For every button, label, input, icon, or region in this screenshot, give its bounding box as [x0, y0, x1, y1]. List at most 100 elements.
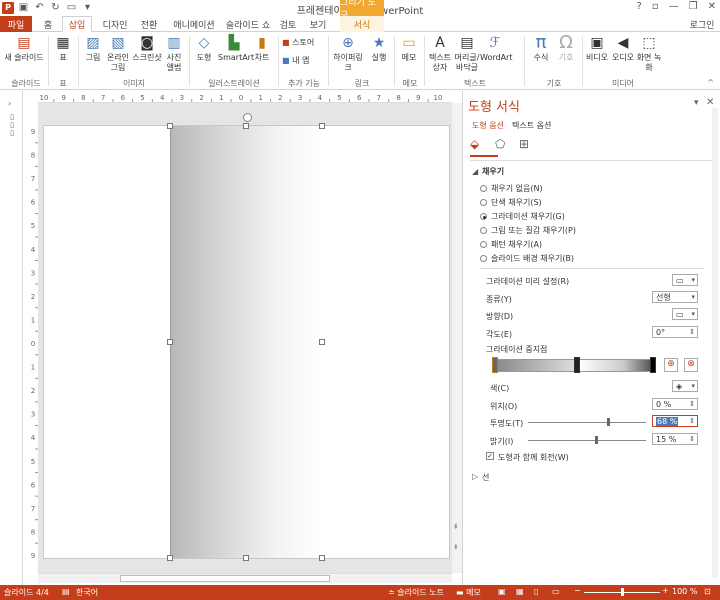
save-icon[interactable]: ▣: [17, 1, 30, 14]
tab-shape-options[interactable]: 도형 옵션: [472, 120, 504, 131]
vertical-scroll-thumb[interactable]: [453, 573, 460, 575]
radio-background-fill[interactable]: 슬라이드 배경 채우기(B): [480, 253, 574, 264]
pane-menu-icon[interactable]: ▾: [694, 98, 699, 108]
tab-format[interactable]: 서식: [340, 16, 384, 32]
gradient-stop-1[interactable]: [492, 357, 498, 373]
smartart-button[interactable]: ▙ SmartArt: [218, 34, 254, 63]
undo-icon[interactable]: ↶: [33, 1, 46, 14]
line-section-header[interactable]: 선: [482, 472, 489, 483]
radio-picture-fill[interactable]: 그림 또는 질감 채우기(P): [480, 225, 576, 236]
transparency-slider-thumb[interactable]: [607, 418, 610, 426]
gradient-stop-2[interactable]: [574, 357, 580, 373]
fill-section-header[interactable]: 채우기: [482, 166, 504, 177]
radio-no-fill[interactable]: 채우기 없음(N): [480, 183, 543, 194]
fit-to-window-icon[interactable]: ⊡: [704, 587, 711, 596]
remove-stop-icon[interactable]: ⊗: [684, 358, 698, 372]
angle-spinner[interactable]: 0° ⇕: [652, 326, 698, 338]
expand-line-icon[interactable]: ▷: [472, 472, 478, 481]
notes-button[interactable]: ≐ 슬라이드 노트: [388, 587, 444, 598]
new-slide-button[interactable]: ▤ 새 슬라이드: [4, 34, 44, 63]
audio-button[interactable]: ◀ 오디오: [610, 34, 636, 63]
rotate-handle[interactable]: [243, 113, 252, 122]
rotate-with-shape-checkbox[interactable]: ✓: [486, 452, 494, 460]
tab-review[interactable]: 검토: [276, 16, 300, 32]
slideshow-icon[interactable]: ▭: [65, 1, 78, 14]
login-link[interactable]: 로그인: [686, 16, 718, 32]
resize-handle-w[interactable]: [167, 339, 173, 345]
collapse-ribbon-icon[interactable]: ^: [707, 78, 714, 87]
picture-button[interactable]: ▨ 그림: [82, 34, 104, 63]
ribbon-display-icon[interactable]: ▫: [652, 1, 659, 12]
tab-transitions[interactable]: 전환: [136, 16, 162, 32]
symbol-button[interactable]: Ω 기호: [554, 34, 578, 63]
tab-text-options[interactable]: 텍스트 옵션: [512, 120, 551, 131]
horizontal-scrollbar[interactable]: [38, 573, 452, 583]
vertical-scrollbar[interactable]: ⇞ ⇟: [452, 103, 462, 573]
zoom-slider-thumb[interactable]: [621, 588, 624, 596]
type-dropdown[interactable]: 선형 ▾: [652, 291, 698, 303]
resize-handle-e[interactable]: [319, 339, 325, 345]
effects-icon[interactable]: ⬠: [495, 137, 505, 151]
radio-pattern-fill[interactable]: 패턴 채우기(A): [480, 239, 542, 250]
slide-sorter-icon[interactable]: ▦: [516, 587, 524, 596]
next-slide-icon[interactable]: ⇟: [453, 543, 459, 551]
language-indicator[interactable]: 한국어: [76, 587, 98, 598]
gradient-stop-3[interactable]: [650, 357, 656, 373]
zoom-out-icon[interactable]: −: [574, 586, 581, 595]
minimize-icon[interactable]: —: [669, 1, 679, 12]
chart-button[interactable]: ▮ 차트: [250, 34, 274, 63]
position-spinner[interactable]: 0 % ⇕: [652, 398, 698, 410]
tab-slideshow[interactable]: 슬라이드 쇼: [224, 16, 272, 32]
expand-thumbnails-icon[interactable]: ›: [8, 99, 11, 108]
brightness-spinner[interactable]: 15 % ⇕: [652, 433, 698, 445]
wordart-button[interactable]: ℱ WordArt: [480, 34, 512, 63]
tab-animations[interactable]: 애니메이션: [166, 16, 222, 32]
resize-handle-sw[interactable]: [167, 555, 173, 561]
online-picture-button[interactable]: ▧ 온라인 그림: [104, 34, 132, 73]
zoom-level[interactable]: 100 %: [672, 587, 697, 596]
hyperlink-button[interactable]: ⊕ 하이퍼링크: [330, 34, 366, 73]
action-button[interactable]: ★ 실행: [368, 34, 390, 63]
reading-view-icon[interactable]: ▯: [534, 587, 538, 596]
fill-line-icon[interactable]: ⬙: [470, 137, 479, 151]
preset-dropdown[interactable]: ▭ ▾: [672, 274, 698, 286]
my-apps-button[interactable]: ■ 내 앱: [282, 56, 322, 66]
color-picker[interactable]: ◈ ▾: [672, 380, 698, 392]
size-properties-icon[interactable]: ⊞: [519, 137, 529, 151]
slideshow-view-icon[interactable]: ▭: [552, 587, 560, 596]
store-button[interactable]: ■ 스토어: [282, 38, 322, 48]
textbox-button[interactable]: A 텍스트 상자: [426, 34, 454, 73]
qat-customize-icon[interactable]: ▾: [81, 1, 94, 14]
spellcheck-icon[interactable]: ▤: [62, 587, 70, 596]
close-icon[interactable]: ✕: [708, 1, 716, 12]
resize-handle-s[interactable]: [243, 555, 249, 561]
screen-record-button[interactable]: ⬚ 화면 녹화: [636, 34, 662, 73]
header-footer-button[interactable]: ▤ 머리글/ 바닥글: [454, 34, 480, 73]
normal-view-icon[interactable]: ▣: [498, 587, 506, 596]
redo-icon[interactable]: ↻: [49, 1, 62, 14]
photo-album-button[interactable]: ▥ 사진 앨범: [162, 34, 186, 73]
radio-solid-fill[interactable]: 단색 채우기(S): [480, 197, 542, 208]
brightness-slider[interactable]: [528, 440, 646, 441]
direction-dropdown[interactable]: ▭ ▾: [672, 308, 698, 320]
comment-button[interactable]: ▭ 메모: [398, 34, 420, 63]
resize-handle-nw[interactable]: [167, 123, 173, 129]
shapes-button[interactable]: ◇ 도형: [192, 34, 216, 63]
horizontal-scroll-thumb[interactable]: [120, 575, 330, 582]
comments-button[interactable]: ▬ 메모: [456, 587, 481, 598]
radio-gradient-fill[interactable]: 그라데이션 채우기(G): [480, 211, 565, 222]
resize-handle-ne[interactable]: [319, 123, 325, 129]
transparency-slider[interactable]: [528, 422, 646, 423]
transparency-spinner[interactable]: 68 % ⇕: [652, 415, 698, 427]
tab-view[interactable]: 보기: [306, 16, 330, 32]
tab-file[interactable]: 파일: [0, 16, 32, 32]
thumbnails-collapsed[interactable]: › ▯▯▯: [0, 91, 23, 585]
gradient-rectangle-shape[interactable]: [170, 126, 322, 558]
restore-icon[interactable]: ❐: [689, 1, 698, 12]
equation-button[interactable]: π 수식: [528, 34, 554, 63]
table-button[interactable]: ▦ 표: [52, 34, 74, 63]
resize-handle-n[interactable]: [243, 123, 249, 129]
tab-insert[interactable]: 삽입: [62, 16, 92, 32]
collapse-fill-icon[interactable]: ◢: [472, 167, 478, 176]
zoom-in-icon[interactable]: +: [662, 586, 669, 595]
